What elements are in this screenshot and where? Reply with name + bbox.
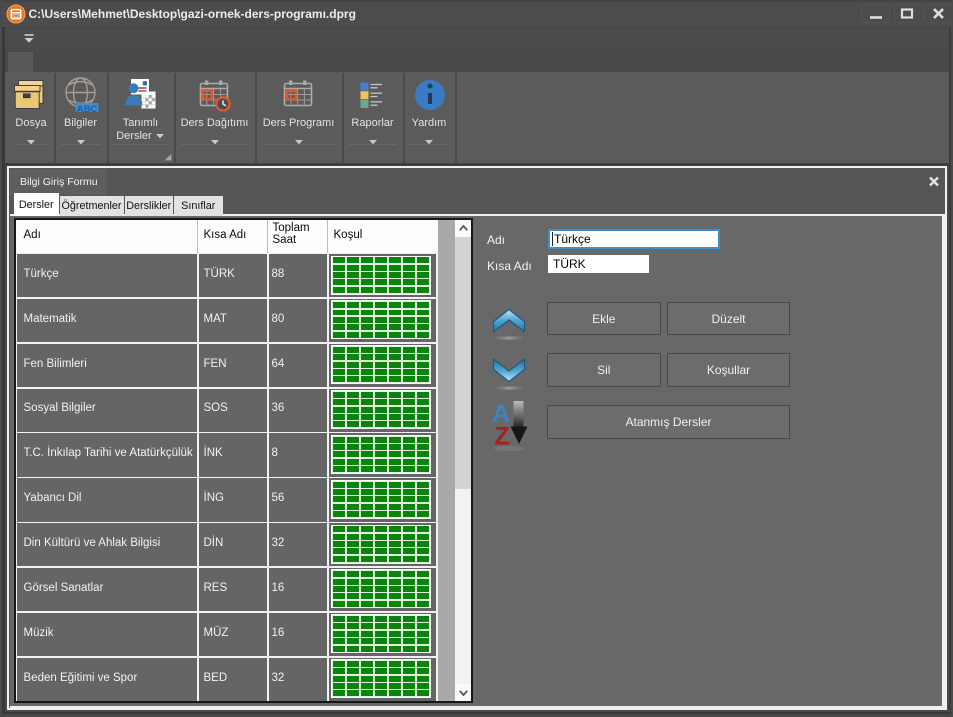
svg-text:ABC: ABC [77, 104, 98, 112]
svg-text:Z: Z [494, 423, 509, 451]
